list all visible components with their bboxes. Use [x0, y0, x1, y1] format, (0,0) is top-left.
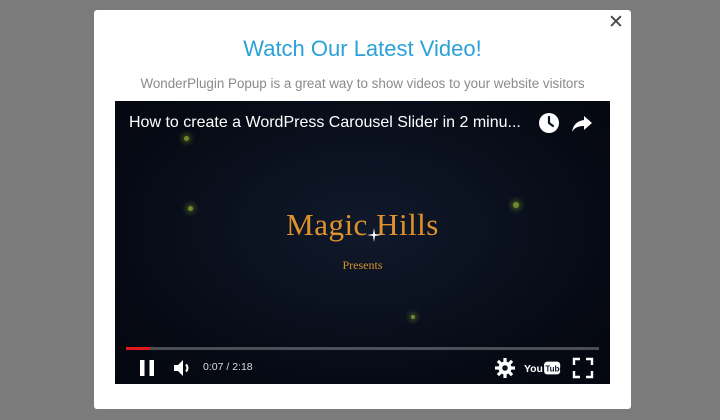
video-title-link[interactable]: How to create a WordPress Carousel Slide… — [129, 114, 529, 132]
close-icon[interactable]: ✕ — [607, 13, 625, 32]
current-time: 0:07 — [203, 361, 224, 373]
progress-bar[interactable] — [126, 347, 599, 350]
duration: 2:18 — [232, 361, 253, 373]
share-icon[interactable] — [570, 111, 594, 135]
youtube-logo[interactable]: You Tube — [524, 356, 561, 380]
video-presents-text: Presents — [342, 258, 383, 272]
youtube-logo-text: Tube — [545, 365, 561, 374]
video-player[interactable]: How to create a WordPress Carousel Slide… — [115, 101, 610, 384]
watch-later-icon[interactable] — [537, 111, 561, 135]
sparkle-icon — [367, 228, 381, 242]
popup-subtitle: WonderPlugin Popup is a great way to sho… — [140, 76, 585, 91]
progress-fill — [126, 347, 151, 350]
popup-title: Watch Our Latest Video! — [243, 36, 482, 61]
video-brand-text: Magic Hills — [286, 207, 439, 242]
star-decoration — [184, 136, 189, 141]
time-display: 0:07 / 2:18 — [203, 361, 253, 373]
settings-icon[interactable] — [493, 356, 517, 380]
svg-text:You: You — [524, 364, 543, 375]
fullscreen-icon[interactable] — [571, 356, 595, 380]
video-popup: ✕ Watch Our Latest Video! WonderPlugin P… — [94, 10, 631, 409]
time-separator: / — [223, 361, 233, 373]
star-decoration — [411, 315, 415, 319]
pause-icon[interactable] — [135, 356, 159, 380]
volume-icon[interactable] — [171, 356, 195, 380]
